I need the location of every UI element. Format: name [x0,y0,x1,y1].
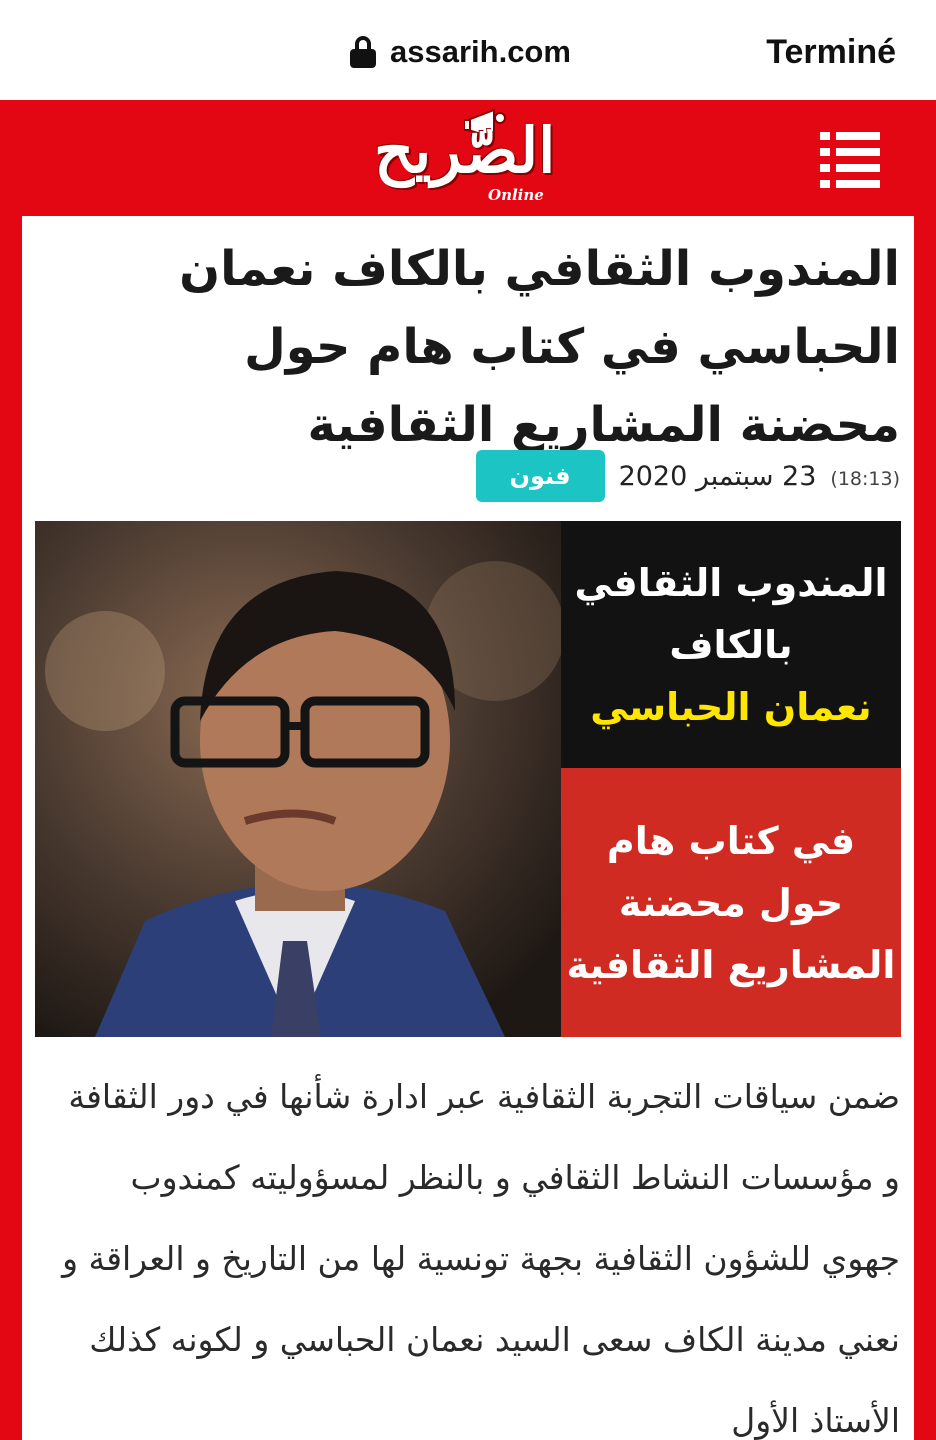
address-bar[interactable]: assarih.com [350,30,571,74]
article-image[interactable]: المندوب الثقافي بالكاف نعمان الحباسي في … [35,521,901,1037]
post-time: (18:13) [830,468,900,490]
logo-wordmark: الصّريح [374,114,556,187]
caption-line: حول محضنة [618,880,844,925]
image-caption-bottom: في كتاب هام حول محضنة المشاريع الثقافية [561,768,901,1037]
article-headline[interactable]: المندوب الثقافي بالكاف نعمان الحباسي في … [120,230,900,464]
url-text[interactable]: assarih.com [390,34,571,70]
page-frame-left [0,216,22,1440]
done-button[interactable]: Terminé [766,30,896,74]
logo-subtitle: Online [488,186,544,204]
article-body: ضمن سياقات التجربة الثقافية عبر ادارة شأ… [62,1077,900,1440]
site-logo[interactable]: الصّريح Online [360,108,580,208]
article-meta: فنون 23 سبتمبر 2020 (18:13) [475,450,900,502]
category-badge[interactable]: فنون [475,450,605,502]
site-header: الصّريح Online [0,100,936,216]
lock-icon [350,36,376,68]
post-date: 23 سبتمبر 2020 [618,460,817,492]
caption-line: بالكاف [669,622,793,667]
page-frame-right [914,216,936,1440]
browser-toolbar: assarih.com Terminé [0,0,936,101]
portrait-photo [35,521,561,1037]
image-caption-top: المندوب الثقافي بالكاف نعمان الحباسي [561,521,901,768]
article-container: المندوب الثقافي بالكاف نعمان الحباسي في … [22,216,914,1440]
caption-line: المندوب الثقافي [574,560,888,605]
caption-line: المشاريع الثقافية [566,942,896,987]
caption-name: نعمان الحباسي [590,684,872,729]
caption-line: في كتاب هام [606,818,856,863]
hamburger-menu-icon[interactable] [820,132,880,188]
